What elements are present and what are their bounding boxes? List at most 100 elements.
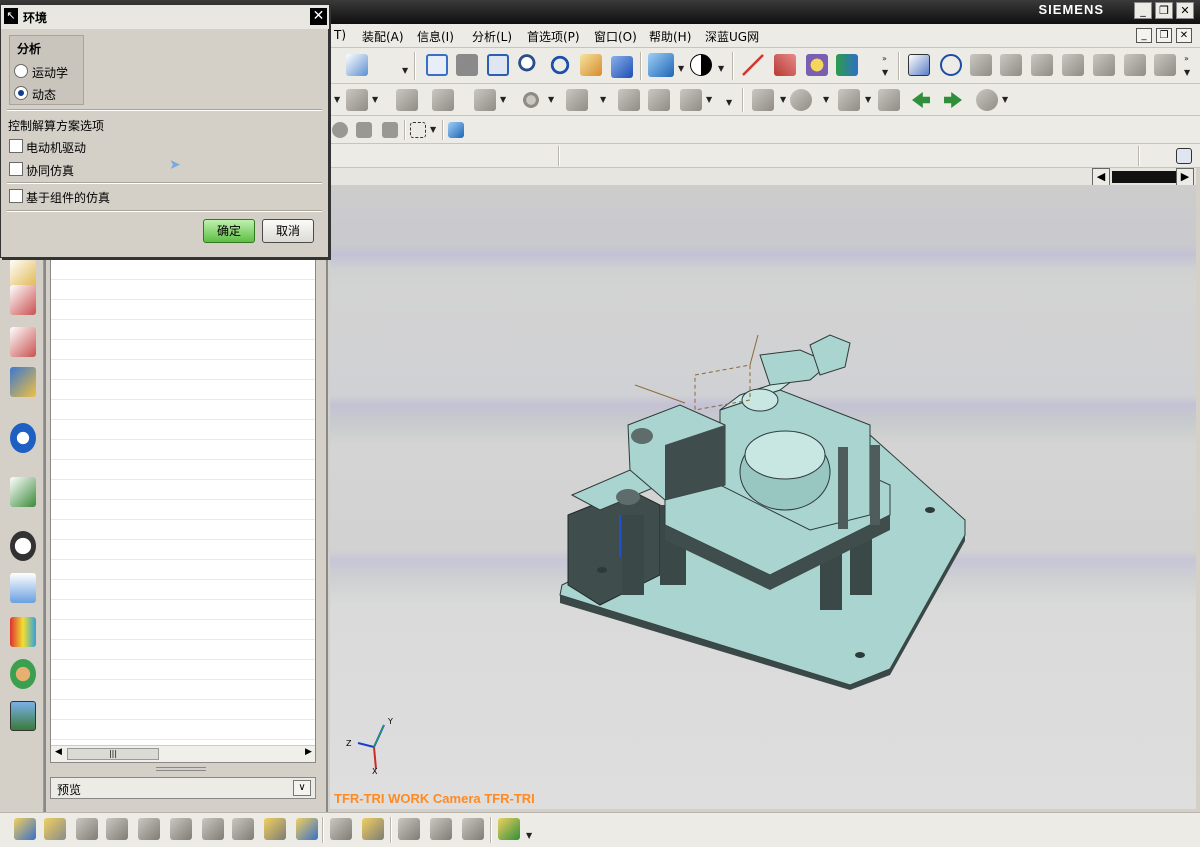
cancel-button[interactable]: 取消: [262, 219, 314, 243]
menu-tools[interactable]: T): [334, 28, 346, 42]
scroll-left-icon[interactable]: ◀: [55, 747, 62, 757]
chevron-down-icon[interactable]: ▼: [430, 125, 436, 134]
chevron-down-icon[interactable]: ▼: [526, 831, 532, 840]
dynamics-radio[interactable]: [14, 86, 28, 100]
point-icon[interactable]: [346, 89, 368, 111]
weight-icon[interactable]: [430, 818, 452, 840]
simulation-icon[interactable]: [940, 54, 962, 76]
scenario-icon[interactable]: [908, 54, 930, 76]
chevron-down-icon[interactable]: ▼: [600, 95, 606, 104]
bom-icon[interactable]: [462, 818, 484, 840]
wave-linker-icon[interactable]: [264, 818, 286, 840]
dialog-close-icon[interactable]: ✕: [310, 8, 327, 25]
zoom-icon[interactable]: [487, 54, 509, 76]
palette-icon[interactable]: [10, 617, 36, 647]
table-icon[interactable]: [838, 89, 860, 111]
arrow-left-icon[interactable]: [912, 92, 930, 108]
trace-icon[interactable]: [1093, 54, 1115, 76]
co-simulation-label[interactable]: 协同仿真: [26, 162, 74, 179]
chevron-down-icon[interactable]: ▼: [500, 95, 506, 104]
array-icon[interactable]: [202, 818, 224, 840]
menu-help[interactable]: 帮助(H): [649, 28, 691, 45]
new-component-icon[interactable]: [14, 818, 36, 840]
mirror-icon[interactable]: [232, 818, 254, 840]
chevron-down-icon[interactable]: ▼: [372, 95, 378, 104]
chevron-down-icon[interactable]: ▼: [706, 95, 712, 104]
web-browser-icon[interactable]: [10, 477, 36, 507]
reuse-library-icon[interactable]: [10, 367, 36, 397]
scroll-thumb[interactable]: |||: [67, 748, 159, 760]
chevron-down-icon[interactable]: ▼: [780, 95, 786, 104]
system-materials-icon[interactable]: [10, 573, 36, 603]
rotate-icon[interactable]: [549, 54, 571, 76]
damper-icon[interactable]: [432, 89, 454, 111]
chevron-down-icon[interactable]: ▼: [823, 95, 829, 104]
cable-icon[interactable]: [680, 89, 702, 111]
chevron-down-icon[interactable]: ▼: [402, 66, 408, 75]
move-component-icon[interactable]: [138, 818, 160, 840]
toolbar-overflow-icon[interactable]: »: [1184, 54, 1189, 63]
constraint-icon[interactable]: [106, 818, 128, 840]
layer-settings-icon[interactable]: [346, 54, 368, 76]
bushing-icon[interactable]: [474, 89, 496, 111]
undo-icon[interactable]: [976, 89, 998, 111]
menu-analysis[interactable]: 分析(L): [472, 28, 512, 45]
connector-icon[interactable]: [836, 54, 858, 76]
kinematics-radio[interactable]: [14, 64, 28, 78]
mdi-close-button[interactable]: ✕: [1176, 28, 1192, 43]
component-based-sim-label[interactable]: 基于组件的仿真: [26, 189, 110, 206]
kinematics-label[interactable]: 运动学: [32, 64, 68, 81]
part-navigator-icon[interactable]: [10, 327, 36, 357]
fit-window-icon[interactable]: [1176, 148, 1192, 164]
graphics-viewport[interactable]: Y Z X TFR-TRI WORK Camera TFR-TRI: [330, 185, 1196, 809]
scroll-thumb[interactable]: [1112, 171, 1176, 183]
menu-window[interactable]: 窗口(O): [594, 28, 637, 45]
export-icon[interactable]: [1154, 54, 1176, 76]
menu-preferences[interactable]: 首选项(P): [527, 28, 580, 45]
minimize-button[interactable]: _: [1134, 2, 1152, 19]
menu-assembly[interactable]: 装配(A): [362, 28, 404, 45]
chevron-down-icon[interactable]: ▼: [865, 95, 871, 104]
menu-shenlan-ug[interactable]: 深蓝UG网: [705, 28, 759, 45]
render-style-icon[interactable]: [690, 54, 712, 76]
sequence-icon[interactable]: [296, 818, 318, 840]
arrow-right-icon[interactable]: [944, 92, 962, 108]
add-component-icon[interactable]: [44, 818, 66, 840]
chevron-down-icon[interactable]: ▼: [726, 98, 732, 107]
graph-icon[interactable]: [1000, 54, 1022, 76]
zoom-window-icon[interactable]: [456, 54, 478, 76]
interference-icon[interactable]: [1031, 54, 1053, 76]
motion-body-icon[interactable]: [742, 54, 764, 76]
co-simulation-checkbox[interactable]: [9, 162, 23, 176]
spring-icon[interactable]: [396, 89, 418, 111]
reposition-icon[interactable]: [170, 818, 192, 840]
scroll-left-icon[interactable]: ◀: [1092, 168, 1110, 186]
selection-box-icon[interactable]: [410, 122, 426, 138]
history-icon[interactable]: [10, 531, 36, 561]
chevron-down-icon[interactable]: ∨: [293, 780, 311, 796]
panel-splitter[interactable]: [156, 767, 206, 771]
roles-icon[interactable]: [10, 659, 36, 689]
joint-icon[interactable]: [774, 54, 796, 76]
magnify-icon[interactable]: [518, 54, 540, 76]
measure-icon[interactable]: [1062, 54, 1084, 76]
component-based-sim-checkbox[interactable]: [9, 189, 23, 203]
sensor-icon[interactable]: [752, 89, 774, 111]
copy-icon[interactable]: [382, 122, 398, 138]
chevron-down-icon[interactable]: ▼: [1184, 68, 1190, 77]
download-icon[interactable]: [498, 818, 520, 840]
sphere-icon[interactable]: [332, 122, 348, 138]
explode-icon[interactable]: [1124, 54, 1146, 76]
pan-icon[interactable]: [580, 54, 602, 76]
motor-driver-label[interactable]: 电动机驱动: [26, 139, 86, 156]
clearance-icon[interactable]: [398, 818, 420, 840]
menu-information[interactable]: 信息(I): [417, 28, 454, 45]
navigator-hscroll[interactable]: ◀ ||| ▶: [51, 745, 315, 762]
toolbar-overflow-icon[interactable]: »: [882, 54, 887, 63]
shaded-cube-icon[interactable]: [648, 53, 674, 77]
chevron-down-icon[interactable]: ▼: [548, 95, 554, 104]
force-icon[interactable]: [566, 89, 588, 111]
cube-select-icon[interactable]: [448, 122, 464, 138]
deformable-icon[interactable]: [362, 818, 384, 840]
motor-driver-checkbox[interactable]: [9, 139, 23, 153]
